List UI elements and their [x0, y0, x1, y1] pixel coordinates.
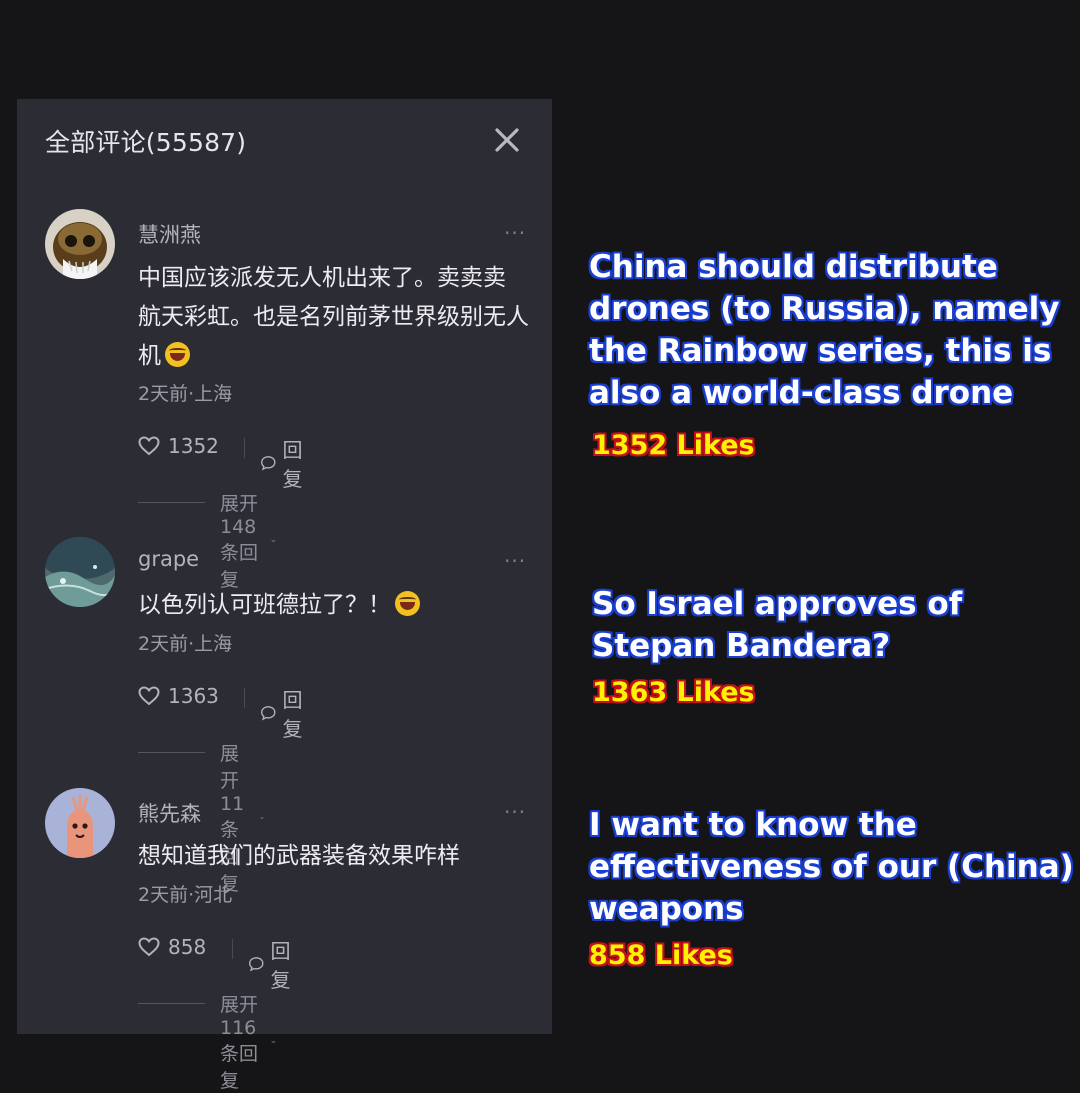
comment-text-content: 中国应该派发无人机出来了。卖卖卖 航天彩虹。也是名列前茅世界级别无人机: [138, 265, 529, 369]
speech-bubble-icon: [261, 456, 276, 471]
username[interactable]: grape: [138, 547, 199, 571]
likes-caption: 858 Likes: [589, 940, 733, 971]
like-button[interactable]: 1352: [138, 434, 219, 458]
expand-replies-button[interactable]: 展开116条回复: [220, 990, 276, 1093]
expand-replies-label: 展开116条回复: [220, 994, 259, 1092]
comments-panel: 全部评论(55587) 慧洲燕 ··· 中国应该派发无人机出来了。卖卖卖 航天彩…: [17, 99, 552, 1092]
action-divider: [232, 939, 233, 959]
chevron-down-icon: [271, 539, 276, 542]
more-options-icon[interactable]: ···: [504, 800, 526, 824]
more-options-icon[interactable]: ···: [504, 221, 526, 245]
more-options-icon[interactable]: ···: [504, 549, 526, 573]
speech-bubble-icon: [249, 957, 264, 972]
reply-button[interactable]: 回复: [248, 935, 298, 993]
like-button[interactable]: 858: [138, 935, 206, 959]
expand-replies-label: 展开148条回复: [220, 493, 259, 591]
comment-text: 想知道我们的武器装备效果咋样: [138, 837, 533, 876]
close-icon[interactable]: [491, 124, 523, 156]
comment-text-content: 以色列认可班德拉了？！: [138, 592, 391, 618]
likes-caption: 1363 Likes: [592, 677, 755, 708]
translation-caption: China should distribute drones (to Russi…: [589, 249, 1060, 411]
divider-line: [138, 752, 205, 753]
avatar[interactable]: [45, 537, 115, 607]
likes-caption: 1352 Likes: [592, 430, 755, 461]
rolling-on-floor-laughing-emoji-icon: [395, 591, 420, 616]
comment-text-content: 想知道我们的武器装备效果咋样: [138, 843, 460, 869]
avatar[interactable]: [45, 788, 115, 858]
heart-icon: [138, 686, 160, 706]
heart-icon: [138, 937, 160, 957]
heart-icon: [138, 436, 160, 456]
comment-text: 以色列认可班德拉了？！: [138, 586, 533, 625]
avatar[interactable]: [45, 209, 115, 279]
divider-line: [138, 1003, 205, 1004]
username[interactable]: 熊先森: [138, 798, 201, 828]
reply-label: 回复: [282, 688, 303, 741]
comment-meta: 2天前·上海: [138, 383, 233, 405]
speech-bubble-icon: [261, 706, 276, 721]
reply-label: 回复: [282, 438, 303, 491]
action-divider: [244, 688, 245, 708]
comment-meta: 2天前·上海: [138, 633, 233, 655]
translation-caption: So Israel approves of Stepan Bandera?: [592, 586, 963, 664]
like-count: 1363: [168, 684, 219, 708]
username[interactable]: 慧洲燕: [138, 219, 201, 249]
translation-caption: I want to know the effectiveness of our …: [589, 807, 1074, 927]
chevron-down-icon: [271, 1040, 276, 1043]
action-divider: [244, 438, 245, 458]
like-count: 1352: [168, 434, 219, 458]
rolling-on-floor-laughing-emoji-icon: [165, 342, 190, 367]
like-count: 858: [168, 935, 207, 959]
chevron-down-icon: [260, 816, 264, 819]
panel-title: 全部评论(55587): [45, 128, 247, 157]
reply-button[interactable]: 回复: [260, 434, 310, 492]
reply-label: 回复: [270, 939, 291, 992]
reply-button[interactable]: 回复: [260, 684, 310, 742]
comment-meta: 2天前·河北: [138, 884, 233, 906]
divider-line: [138, 502, 205, 503]
comment-text: 中国应该派发无人机出来了。卖卖卖 航天彩虹。也是名列前茅世界级别无人机: [138, 259, 533, 376]
like-button[interactable]: 1363: [138, 684, 219, 708]
expand-replies-button[interactable]: 展开148条回复: [220, 489, 276, 592]
